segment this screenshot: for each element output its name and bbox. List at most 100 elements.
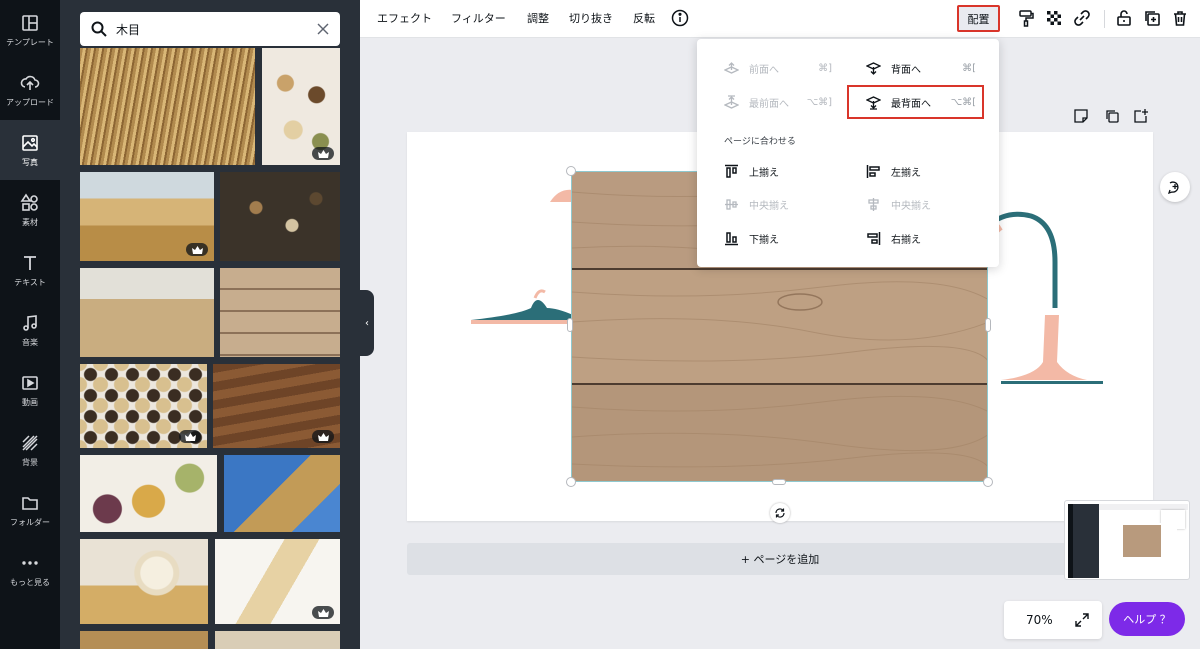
photo-thumbnail[interactable] xyxy=(80,631,208,649)
add-page-button[interactable]: + ページを追加 xyxy=(407,543,1153,575)
preview-image xyxy=(1123,525,1161,557)
align-top-icon xyxy=(725,164,738,178)
align-bottom-item[interactable]: 下揃え xyxy=(724,225,864,251)
photo-thumbnail[interactable] xyxy=(80,48,255,165)
align-right-icon xyxy=(867,231,881,245)
align-middle-item[interactable]: 中央揃え xyxy=(724,191,864,217)
menu-label: 背面へ xyxy=(891,64,921,76)
preview-panel xyxy=(1073,504,1099,578)
left-rail: テンプレート アップロード 写真 素材 テキスト 音楽 動画 背景 フォルダー … xyxy=(0,0,60,649)
rail-item-video[interactable]: 動画 xyxy=(0,360,60,420)
top-toolbar: エフェクト フィルター 調整 切り抜き 反転 配置 xyxy=(360,0,1200,38)
resize-handle[interactable] xyxy=(566,477,576,487)
rail-item-more[interactable]: もっと見る xyxy=(0,540,60,600)
photo-thumbnail[interactable] xyxy=(80,455,217,532)
bring-to-front-item[interactable]: 最前面へ ⌥⌘] xyxy=(724,89,864,115)
page-note-icon[interactable] xyxy=(1073,108,1091,126)
folder-icon xyxy=(22,496,38,510)
align-section-title: ページに合わせる xyxy=(724,137,796,147)
rail-label: フォルダー xyxy=(10,517,50,527)
duplicate-page-icon[interactable] xyxy=(1104,108,1122,126)
trash-icon[interactable] xyxy=(1170,8,1190,28)
rail-item-text[interactable]: テキスト xyxy=(0,240,60,300)
rail-label: テンプレート xyxy=(6,37,54,47)
shortcut: ⌥⌘] xyxy=(806,96,832,108)
music-icon xyxy=(23,314,37,331)
send-backward-item[interactable]: 背面へ ⌘[ xyxy=(866,55,976,81)
effects-button[interactable]: エフェクト xyxy=(377,10,432,26)
layer-up-icon xyxy=(724,61,739,74)
align-center-item[interactable]: 中央揃え xyxy=(866,191,1006,217)
rail-item-folders[interactable]: フォルダー xyxy=(0,480,60,540)
rail-item-music[interactable]: 音楽 xyxy=(0,300,60,360)
info-icon[interactable] xyxy=(670,8,690,28)
comment-button[interactable] xyxy=(1160,172,1190,202)
photo-thumbnail[interactable] xyxy=(262,48,340,165)
lock-icon[interactable] xyxy=(1114,8,1134,28)
premium-badge xyxy=(186,243,208,256)
template-icon xyxy=(22,14,38,31)
photo-thumbnail[interactable] xyxy=(220,268,340,357)
align-top-item[interactable]: 上揃え xyxy=(724,158,864,184)
rail-label: テキスト xyxy=(14,277,46,287)
align-left-item[interactable]: 左揃え xyxy=(866,158,1006,184)
elements-icon xyxy=(20,193,38,211)
photo-thumbnail[interactable] xyxy=(80,268,214,357)
background-icon xyxy=(22,434,38,451)
page-preview[interactable] xyxy=(1064,500,1190,580)
rail-label: 写真 xyxy=(22,157,38,167)
search-box[interactable] xyxy=(80,12,340,46)
premium-badge xyxy=(179,430,201,443)
resize-handle[interactable] xyxy=(985,318,991,332)
resize-handle[interactable] xyxy=(567,318,573,332)
rail-item-photos[interactable]: 写真 xyxy=(0,120,60,180)
photo-thumbnail[interactable] xyxy=(213,364,340,448)
photo-thumbnail[interactable] xyxy=(215,539,340,624)
collapse-panel-button[interactable]: ‹ xyxy=(360,290,374,356)
rail-item-templates[interactable]: テンプレート xyxy=(0,0,60,60)
crown-icon xyxy=(317,432,329,441)
filter-button[interactable]: フィルター xyxy=(451,10,506,26)
premium-badge xyxy=(312,606,334,619)
photo-thumbnail[interactable] xyxy=(224,455,340,532)
flip-button[interactable]: 反転 xyxy=(633,10,655,26)
photo-thumbnail[interactable] xyxy=(215,631,340,649)
toolbar-divider xyxy=(1104,10,1105,28)
video-icon xyxy=(22,375,38,390)
close-icon[interactable] xyxy=(316,22,330,36)
duplicate-icon[interactable] xyxy=(1142,8,1162,28)
menu-label: 中央揃え xyxy=(891,200,931,212)
transparency-icon[interactable] xyxy=(1044,8,1064,28)
adjust-button[interactable]: 調整 xyxy=(527,10,549,26)
photos-panel xyxy=(60,0,360,649)
link-icon[interactable] xyxy=(1072,8,1092,28)
fullscreen-icon[interactable] xyxy=(1074,612,1090,628)
align-right-item[interactable]: 右揃え xyxy=(866,225,1006,251)
rail-item-background[interactable]: 背景 xyxy=(0,420,60,480)
menu-label: 中央揃え xyxy=(749,200,789,212)
rotate-handle[interactable] xyxy=(770,503,790,523)
photo-thumbnail[interactable] xyxy=(80,364,207,448)
photo-thumbnail[interactable] xyxy=(80,172,214,261)
arrange-button[interactable]: 配置 xyxy=(957,5,1000,32)
resize-handle[interactable] xyxy=(983,477,993,487)
align-bottom-icon xyxy=(725,231,738,245)
resize-handle[interactable] xyxy=(772,479,786,485)
layer-top-icon xyxy=(724,94,739,109)
resize-handle[interactable] xyxy=(566,166,576,176)
bring-forward-item[interactable]: 前面へ ⌘] xyxy=(724,55,864,81)
paint-roller-icon[interactable] xyxy=(1016,8,1036,28)
zoom-level[interactable]: 70% xyxy=(1026,613,1053,627)
help-button[interactable]: ヘルプ ？ xyxy=(1109,602,1185,636)
search-input[interactable] xyxy=(116,22,316,36)
photo-thumbnail[interactable] xyxy=(220,172,340,261)
photo-thumbnail[interactable] xyxy=(80,539,208,624)
crop-button[interactable]: 切り抜き xyxy=(569,10,613,26)
align-center-icon xyxy=(868,197,879,211)
add-page-icon[interactable] xyxy=(1133,108,1151,126)
rail-item-uploads[interactable]: アップロード xyxy=(0,60,60,120)
rail-item-elements[interactable]: 素材 xyxy=(0,180,60,240)
crown-icon xyxy=(317,149,329,158)
comment-icon xyxy=(1167,181,1179,195)
zoom-control[interactable]: 70% xyxy=(1004,601,1102,639)
